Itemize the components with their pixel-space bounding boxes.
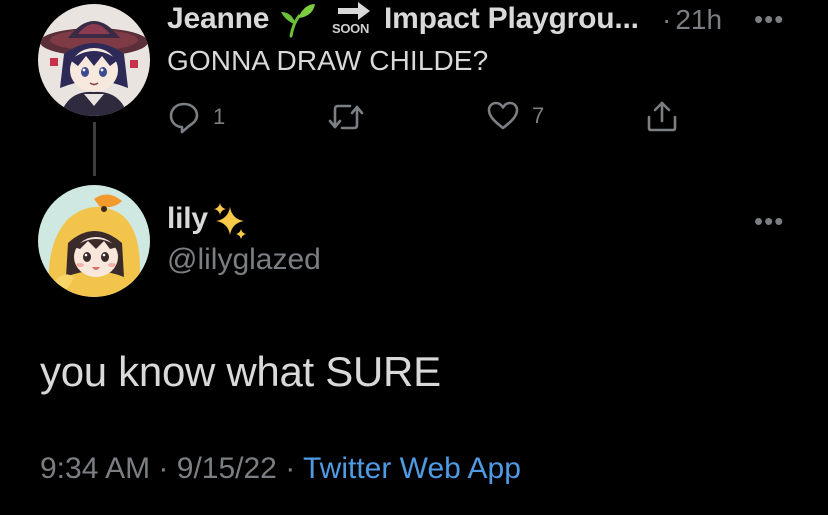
sprout-emoji-icon [277,2,317,38]
share-icon [647,101,677,132]
parent-avatar[interactable] [38,4,150,116]
parent-author-name-text: Jeanne [167,2,270,35]
reply-handle[interactable]: @lilyglazed [167,243,321,277]
retweet-button[interactable] [328,101,364,133]
parent-tweet-text: GONNA DRAW CHILDE? [167,45,489,76]
parent-community-name-text: Impact Playgrou... [384,2,639,35]
tweet-time[interactable]: 9:34 AM [40,452,150,485]
soon-arrow-emoji: SOON [330,0,376,40]
tweet-metadata: 9:34 AM · 9/15/22 · Twitter Web App [40,452,521,486]
tweet-source-link[interactable]: Twitter Web App [303,452,521,485]
more-icon: ••• [754,4,785,34]
reply-button[interactable]: 1 [167,100,225,134]
parent-time-text: 21h [675,4,723,35]
reply-count: 1 [213,104,226,129]
tweet-date[interactable]: 9/15/22 [177,452,277,485]
reply-author-name[interactable]: lily [167,202,208,236]
parent-more-options-button[interactable]: ••• [754,4,784,35]
reply-avatar[interactable] [38,185,150,297]
parent-time-separator: · [662,4,672,35]
soon-label: SOON [332,21,370,36]
reply-icon [169,102,199,134]
retweet-icon [328,104,364,130]
reply-more-options-button[interactable]: ••• [754,206,784,237]
thread-connector-line [93,122,96,176]
parent-community-name[interactable]: Impact Playgrou... [384,2,639,36]
parent-author-name[interactable]: Jeanne [167,2,269,36]
meta-separator-1: · [158,452,169,485]
like-count: 7 [532,103,545,128]
parent-avatar-image [38,4,150,116]
like-button[interactable]: 7 [486,100,544,132]
share-button[interactable] [645,99,679,133]
meta-separator-2: · [285,452,296,485]
sparkles-emoji-icon [212,201,248,239]
reply-avatar-image [38,185,150,297]
reply-tweet-text: you know what SURE [40,348,441,395]
right-arrow-icon [338,2,370,20]
heart-icon [487,101,519,130]
more-icon: ••• [754,206,785,236]
parent-timestamp[interactable]: · 21h [662,4,722,36]
reply-author-name-text: lily [167,202,208,235]
